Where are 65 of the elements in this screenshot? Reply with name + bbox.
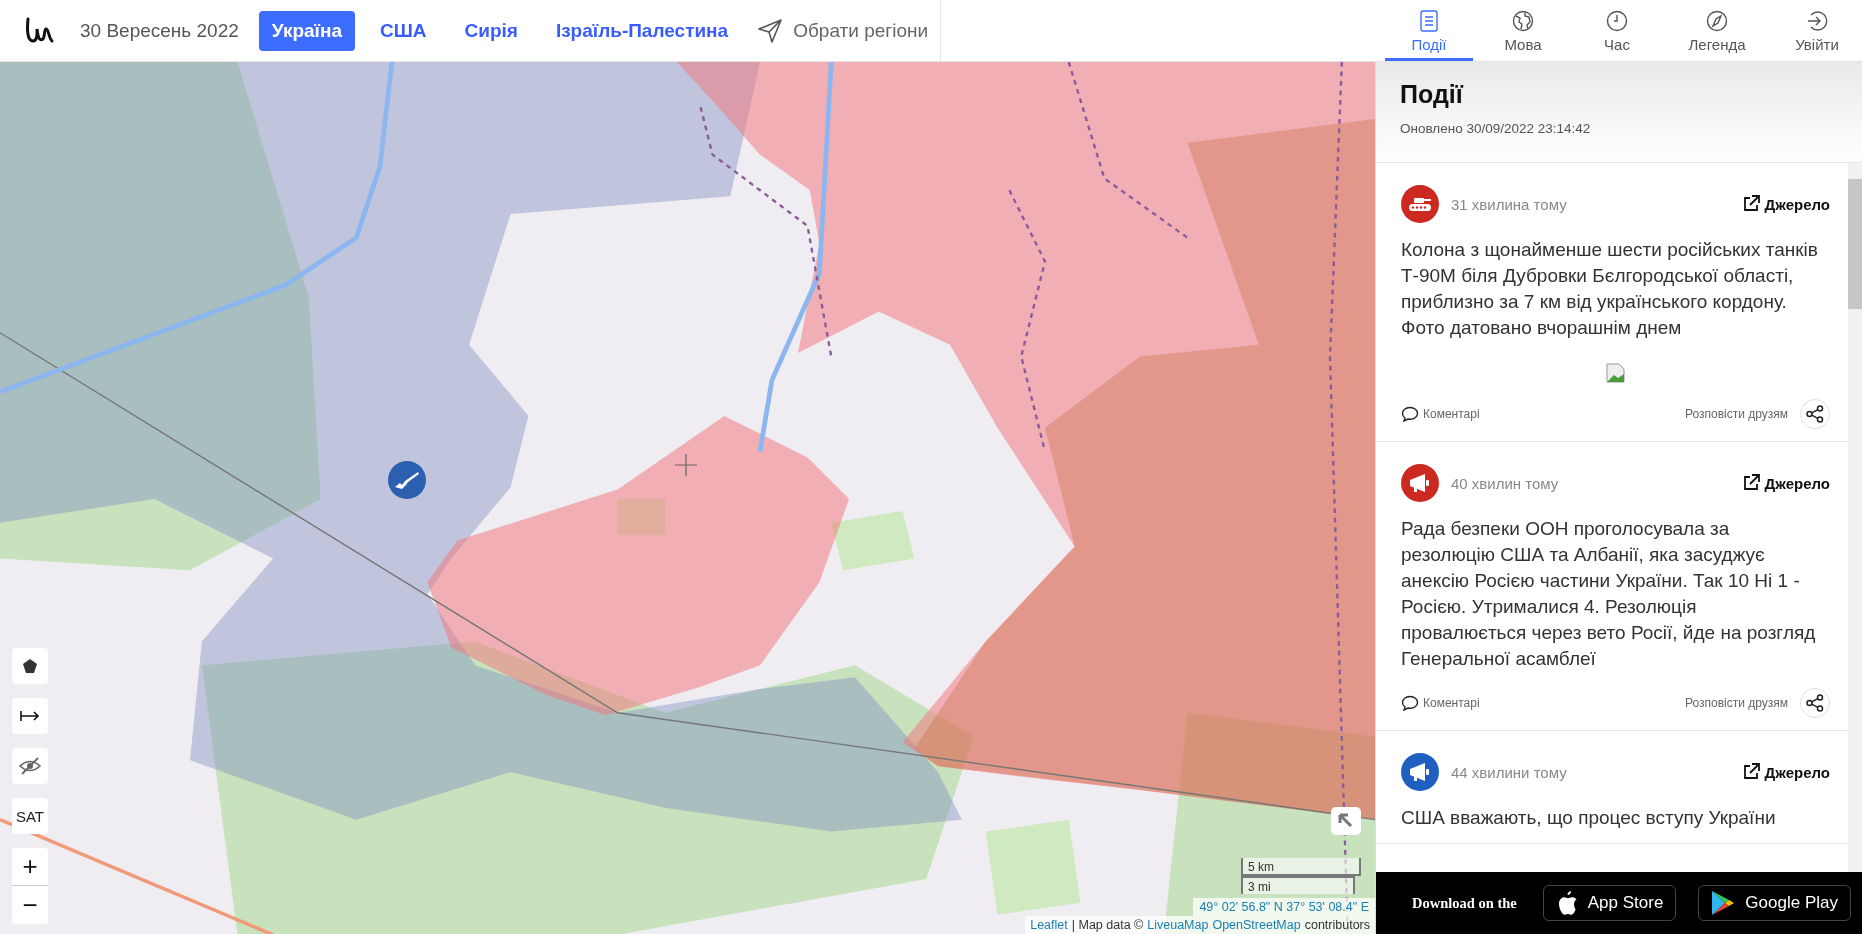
app-store-button[interactable]: App Store [1542,885,1677,921]
pentagon-icon [22,658,38,674]
share-icon [1806,694,1824,712]
globe-icon [1512,9,1534,32]
attribution-text: | Map data © [1071,918,1144,932]
speech-bubble-icon [1401,406,1419,422]
event-time: 31 хвилина тому [1451,195,1568,213]
event-text: Колона з щонайменше шести російських танків Т-90М біля Дубровки Бєлгородської області, приблизно за 7 км від українського кордону. Фото датовано вчорашнім днем [1401,238,1819,340]
source-link[interactable]: Джерело [1741,474,1830,492]
panel-tab[interactable]: Час [1573,0,1661,61]
play-triangle-icon [1711,890,1736,916]
zoom-in-button[interactable]: + [12,848,48,886]
crosshair-icon [675,454,697,476]
event-time: 44 хвилини тому [1451,763,1568,781]
share-button[interactable] [1800,399,1830,429]
region-tab[interactable]: Україна [258,10,355,51]
share-button[interactable] [1800,688,1830,718]
event-text: Рада безпеки ООН проголосувала за резолюцію США та Албанії, яка засуджує анексію Росією частини України. Так 10 Ні 1 - Росією. Утрималися 4. Резолюція провалюється через вето Росії, йде на розгляд Генеральної асамблеї [1401,517,1817,671]
panel-tab[interactable]: Увійти [1773,0,1861,61]
source-link[interactable]: Джерело [1741,195,1830,213]
paper-plane-icon [757,17,784,44]
panel-title: Події [1400,80,1463,109]
choose-regions-button[interactable]: Обрати регіони [753,17,929,44]
comments-link[interactable]: Коментарі [1401,406,1480,422]
comments-link[interactable]: Коментарі [1401,695,1480,711]
share-link[interactable]: Розповісти друзям [1684,696,1788,710]
updated-label: Оновлено 30/09/2022 23:14:42 [1400,121,1591,136]
arrow-icon [1338,813,1354,829]
attribution-link[interactable]: LiveuaMap [1147,918,1209,932]
share-link[interactable]: Розповісти друзям [1684,407,1788,421]
external-link-icon [1741,474,1760,492]
scrollbar[interactable] [1848,163,1862,872]
measure-arrow-icon [20,710,40,722]
clock-icon [1606,9,1628,32]
region-tab[interactable]: США [366,10,440,51]
external-link-icon [1741,763,1760,781]
speech-bubble-icon [1401,695,1419,711]
region-tab[interactable]: Сирія [451,10,531,51]
attribution-link[interactable]: Leaflet [1030,918,1068,932]
login-icon [1806,9,1828,32]
scale-bar: 5 km [1241,858,1361,876]
event-text: США вважають, що процес вступу України [1401,806,1777,830]
download-label: Download on the [1412,894,1517,912]
source-link[interactable]: Джерело [1741,763,1830,781]
google-play-button[interactable]: Google Play [1698,885,1851,921]
region-tab[interactable]: Ізраїль-Палестина [542,10,742,51]
logo-icon[interactable] [24,16,54,45]
panel-tab[interactable]: Мова [1479,0,1567,61]
draw-polygon-button[interactable] [12,648,48,684]
attribution-text: contributors [1304,918,1370,932]
scale-bar: 3 mi [1241,876,1355,894]
date-label: 30 Вересень 2022 [80,19,239,42]
attribution-link[interactable]: OpenStreetMap [1212,918,1301,932]
satellite-button[interactable]: SAT [12,798,48,834]
panel-tab[interactable]: Легенда [1667,0,1767,61]
compass-icon [1706,9,1728,32]
coordinates-label: 49° 02' 56.8" N 37° 53' 08.4" E [1193,898,1375,916]
collapse-button[interactable] [1331,807,1361,835]
measure-button[interactable] [12,698,48,734]
event-time: 40 хвилин тому [1451,474,1560,492]
eye-off-icon [19,757,41,775]
hide-layers-button[interactable] [12,748,48,784]
share-icon [1806,405,1824,423]
external-link-icon [1741,195,1760,213]
list-icon [1418,9,1440,32]
